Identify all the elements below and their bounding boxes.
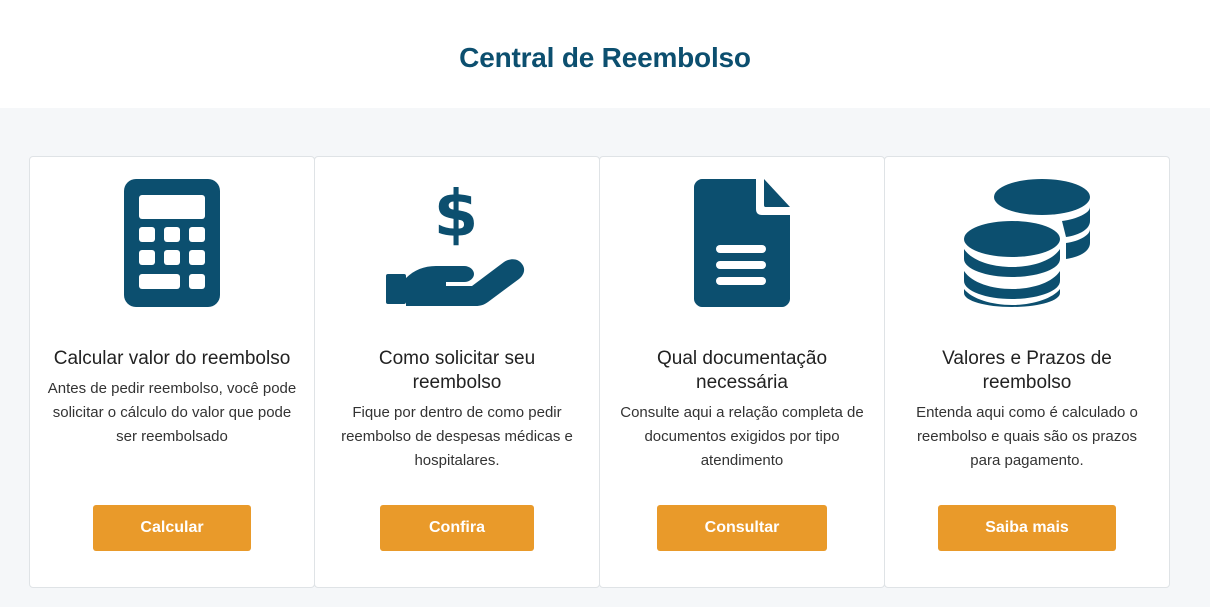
- saiba-mais-button[interactable]: Saiba mais: [938, 505, 1116, 551]
- calculator-icon: [92, 177, 252, 309]
- card-title: Como solicitar seu reembolso: [378, 348, 536, 393]
- calcular-button[interactable]: Calcular: [93, 505, 251, 551]
- card-calcular: Calcular valor do reembolso Antes de ped…: [29, 156, 315, 588]
- card-description: Antes de pedir reembolso, você pode soli…: [47, 380, 297, 445]
- document-icon: [662, 177, 822, 309]
- coins-icon: [947, 177, 1107, 309]
- card-description: Fique por dentro de como pedir reembolso…: [341, 404, 573, 469]
- consultar-button[interactable]: Consultar: [657, 505, 827, 551]
- card-title: Calcular valor do reembolso: [53, 348, 291, 369]
- card-valores-prazos: Valores e Prazos de reembolso Entenda aq…: [884, 156, 1170, 588]
- page-title: Central de Reembolso: [459, 42, 751, 73]
- cards-section: Calcular valor do reembolso Antes de ped…: [0, 108, 1210, 607]
- hand-money-icon: $: [377, 177, 537, 309]
- card-documentacao: Qual documentação necessária Consulte aq…: [599, 156, 885, 588]
- card-title: Qual documentação necessária: [656, 348, 828, 393]
- card-como-solicitar: $ Como solicitar seu reembolso Fique por…: [314, 156, 600, 588]
- page-header: Central de Reembolso: [0, 0, 1210, 108]
- card-title: Valores e Prazos de reembolso: [942, 348, 1112, 393]
- card-description: Consulte aqui a relação completa de docu…: [620, 404, 864, 469]
- confira-button[interactable]: Confira: [380, 505, 534, 551]
- card-description: Entenda aqui como é calculado o reembols…: [916, 404, 1138, 469]
- svg-text:$: $: [434, 178, 479, 252]
